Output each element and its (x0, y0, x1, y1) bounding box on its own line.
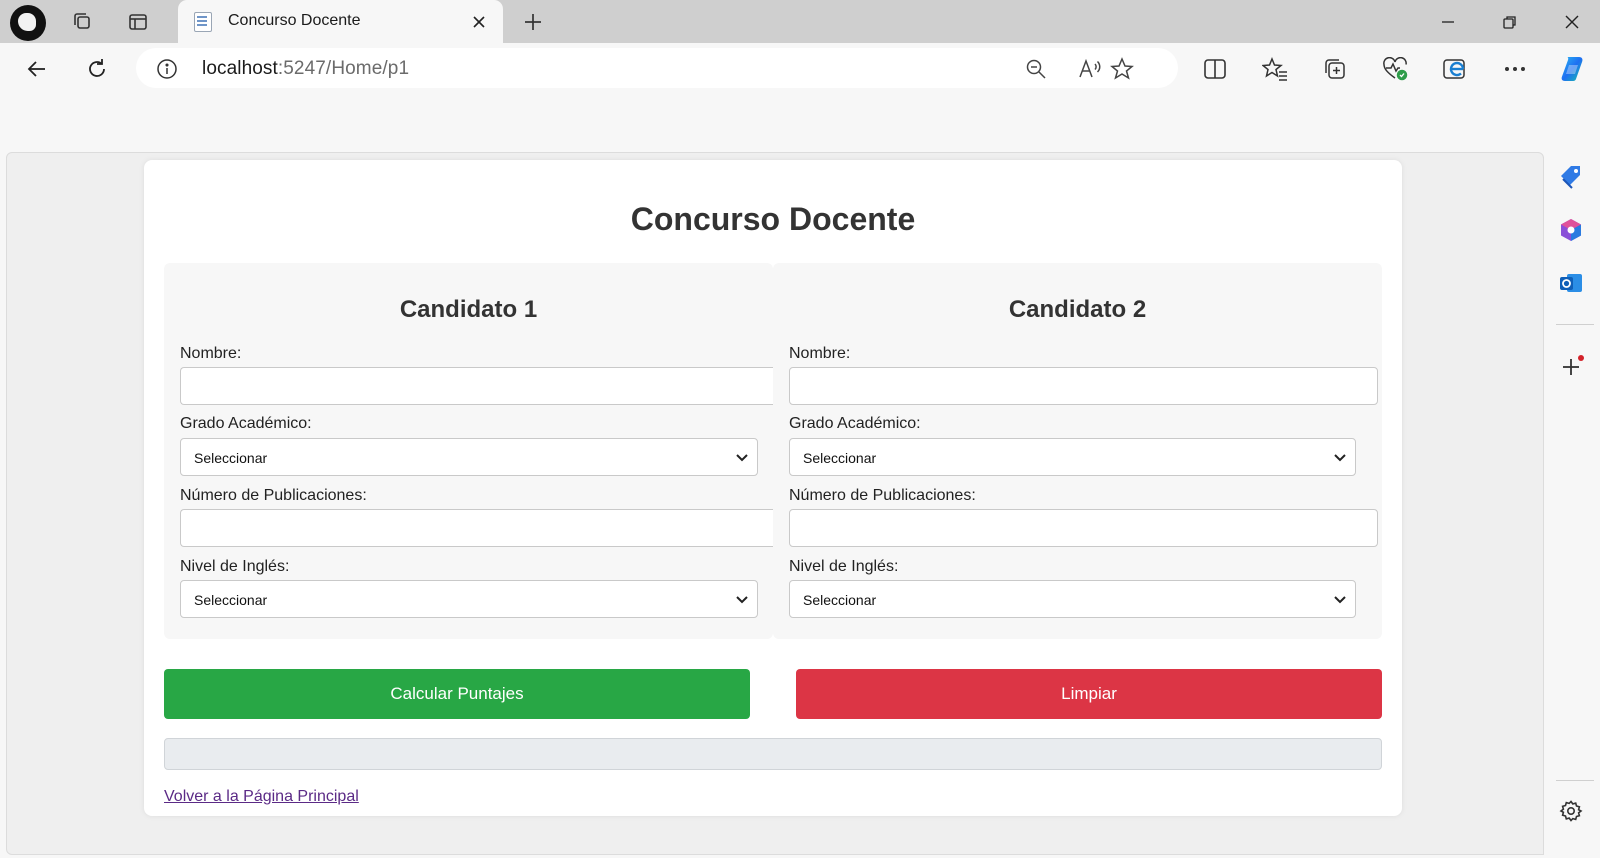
form-card: Concurso Docente Candidato 1 Nombre: Gra… (144, 160, 1402, 816)
info-icon[interactable] (156, 58, 178, 80)
publicaciones-label: Número de Publicaciones: (180, 487, 367, 504)
settings-icon[interactable] (1556, 796, 1586, 826)
refresh-icon[interactable] (80, 52, 114, 86)
office-icon[interactable] (1556, 215, 1586, 245)
ingles-label: Nivel de Inglés: (180, 558, 290, 575)
chevron-down-icon (1334, 454, 1346, 462)
ingles-selected-value: Seleccionar (803, 592, 877, 608)
candidate-2-panel: Candidato 2 Nombre: Grado Académico: Sel… (773, 263, 1382, 639)
grado-label: Grado Académico: (789, 415, 921, 432)
copilot-icon[interactable] (1556, 52, 1590, 86)
publicaciones-label: Número de Publicaciones: (789, 487, 976, 504)
page-viewport: Concurso Docente Candidato 1 Nombre: Gra… (6, 152, 1544, 855)
candidate-2-nombre-input[interactable] (789, 367, 1378, 405)
restore-icon[interactable] (1488, 6, 1532, 38)
tab-strip: Concurso Docente (0, 0, 1600, 43)
address-bar[interactable]: localhost:5247/Home/p1 (136, 48, 1178, 88)
close-icon[interactable] (1550, 6, 1594, 38)
chevron-down-icon (736, 454, 748, 462)
collections-icon[interactable] (1318, 52, 1352, 86)
favorites-icon[interactable] (1258, 52, 1292, 86)
candidate-2-grado-select[interactable]: Seleccionar (789, 438, 1356, 476)
workspaces-icon[interactable] (68, 8, 96, 36)
more-icon[interactable] (1498, 52, 1532, 86)
calcular-puntajes-button[interactable]: Calcular Puntajes (164, 669, 750, 719)
sidebar-divider (1556, 324, 1594, 325)
chevron-down-icon (1334, 596, 1346, 604)
profile-avatar[interactable] (10, 5, 46, 41)
nombre-label: Nombre: (789, 345, 851, 362)
close-icon[interactable] (465, 8, 493, 36)
result-box (164, 738, 1382, 770)
nombre-label: Nombre: (180, 345, 242, 362)
candidate-1-panel: Candidato 1 Nombre: Grado Académico: Sel… (164, 263, 777, 639)
plus-icon[interactable] (1556, 352, 1586, 382)
candidate-1-publicaciones-input[interactable] (180, 509, 777, 547)
candidate-1-ingles-select[interactable]: Seleccionar (180, 580, 758, 618)
ingles-label: Nivel de Inglés: (789, 558, 899, 575)
star-icon[interactable] (1108, 56, 1136, 82)
read-aloud-icon[interactable] (1076, 56, 1104, 82)
zoom-out-icon[interactable] (1022, 56, 1050, 82)
ingles-selected-value: Seleccionar (194, 592, 268, 608)
url-path: :5247/Home/p1 (277, 58, 410, 79)
grado-selected-value: Seleccionar (803, 450, 877, 466)
page-icon (194, 12, 212, 32)
outlook-icon[interactable] (1556, 268, 1586, 298)
sidebar-divider (1556, 780, 1594, 781)
chevron-down-icon (736, 596, 748, 604)
back-to-home-link[interactable]: Volver a la Página Principal (164, 788, 359, 806)
limpiar-button[interactable]: Limpiar (796, 669, 1382, 719)
url-host: localhost (202, 58, 278, 79)
tag-icon[interactable] (1556, 162, 1586, 192)
candidate-1-grado-select[interactable]: Seleccionar (180, 438, 758, 476)
active-tab[interactable]: Concurso Docente (178, 0, 503, 43)
browser-essentials-icon[interactable] (1378, 52, 1412, 86)
url-text: localhost:5247/Home/p1 (202, 58, 409, 80)
plus-icon[interactable] (518, 7, 548, 37)
minimize-icon[interactable] (1426, 6, 1470, 38)
candidate-2-ingles-select[interactable]: Seleccionar (789, 580, 1356, 618)
edge-sidebar (1546, 152, 1600, 858)
tab-title: Concurso Docente (228, 12, 361, 29)
edge-icon[interactable] (1438, 52, 1472, 86)
grado-selected-value: Seleccionar (194, 450, 268, 466)
candidate-1-nombre-input[interactable] (180, 367, 777, 405)
page-title: Concurso Docente (630, 201, 916, 237)
tab-actions-icon[interactable] (124, 8, 152, 36)
candidate-1-title: Candidato 1 (399, 296, 538, 323)
candidate-2-title: Candidato 2 (1008, 296, 1147, 323)
grado-label: Grado Académico: (180, 415, 312, 432)
back-icon[interactable] (20, 52, 54, 86)
split-screen-icon[interactable] (1198, 52, 1232, 86)
address-toolbar: localhost:5247/Home/p1 (0, 43, 1600, 94)
candidate-2-publicaciones-input[interactable] (789, 509, 1378, 547)
